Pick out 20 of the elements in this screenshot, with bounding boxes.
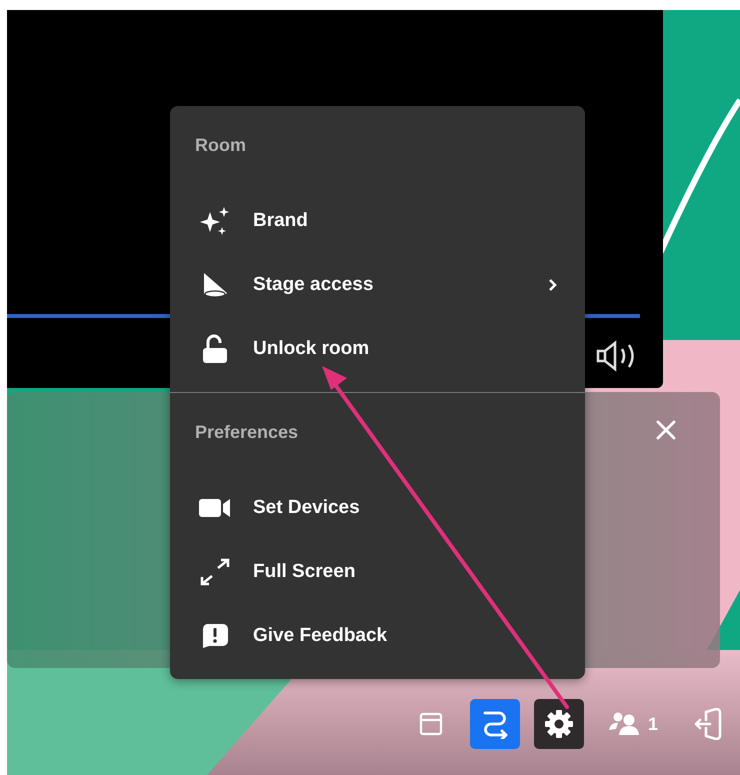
participants-icon[interactable] xyxy=(608,711,642,737)
fullscreen-icon xyxy=(200,558,230,586)
menu-item[interactable]: Give Feedback xyxy=(170,604,585,668)
feedback-icon xyxy=(200,623,228,649)
exit-icon[interactable] xyxy=(694,708,722,740)
section-heading: Room xyxy=(194,134,247,156)
menu-item[interactable]: Unlock room xyxy=(170,317,585,381)
section-heading: Preferences xyxy=(194,421,300,443)
participant-count: 1 xyxy=(648,714,658,734)
menu-item[interactable]: Stage access xyxy=(170,253,585,317)
video-camera-icon xyxy=(198,498,230,518)
menu-item[interactable]: Set Devices xyxy=(170,476,585,540)
menu-item[interactable]: Full Screen xyxy=(170,540,585,604)
route-button[interactable] xyxy=(470,699,520,749)
sparkles-icon xyxy=(198,206,230,236)
settings-button[interactable] xyxy=(534,699,584,749)
window-icon xyxy=(418,712,443,736)
unlock-icon xyxy=(202,334,228,364)
settings-icon xyxy=(544,709,574,739)
menu-item[interactable]: Brand xyxy=(170,189,585,253)
